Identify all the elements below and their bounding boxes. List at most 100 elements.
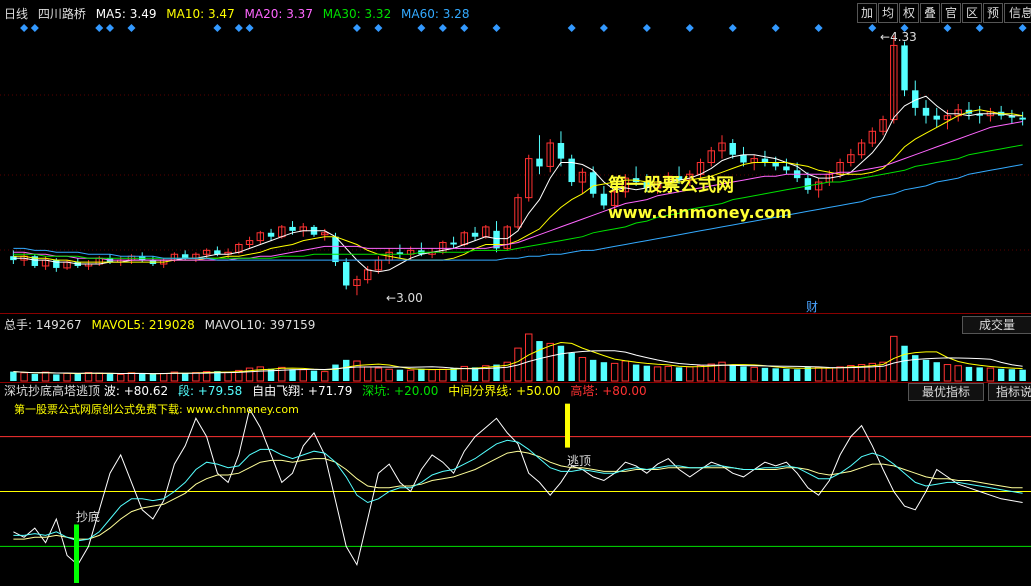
volume-bar: [933, 362, 940, 381]
volume-bar: [278, 366, 286, 382]
volume-bar: [557, 345, 565, 381]
high-price-label: ←4.33: [880, 30, 917, 44]
volume-bar: [224, 371, 232, 382]
chaodi-label: 抄底: [76, 510, 101, 524]
ma-line-ma5: [13, 95, 1023, 273]
volume-bar: [385, 368, 393, 382]
ma-line-ma20: [13, 121, 1023, 261]
volume-bar: [986, 367, 995, 382]
total-volume: 总手: 149267: [4, 318, 82, 332]
gaota-value: 高塔: +80.00: [570, 384, 647, 398]
watermark-url: www.chnmoney.com: [608, 203, 792, 222]
volume-bar: [53, 374, 60, 381]
volume-bar: [450, 368, 457, 381]
volume-bar: [954, 365, 962, 382]
indicator-line-bo: [13, 407, 1023, 567]
candle-body: [922, 107, 930, 116]
volume-bar: [289, 369, 296, 381]
volume-header: 总手: 149267 MAVOL5: 219028 MAVOL10: 39715…: [4, 316, 321, 334]
tab-indicator-help[interactable]: 指标说: [988, 383, 1031, 401]
signal-diamond-icon: [975, 24, 984, 32]
volume-bar: [63, 372, 71, 382]
signal-diamond-icon: [460, 24, 469, 32]
volume-bar: [181, 373, 189, 381]
candle-body: [536, 158, 543, 167]
volume-bar: [783, 368, 790, 381]
volume-bar: [406, 369, 415, 382]
volume-bar: [363, 366, 372, 382]
candle-body: [600, 193, 608, 206]
volume-bar: [568, 352, 575, 381]
volume-bar: [965, 366, 973, 381]
volume-bar: [675, 367, 683, 381]
volume-bar: [546, 342, 554, 382]
fenjie-value: 中间分界线: +50.00: [448, 384, 561, 398]
signal-diamond-icon: [728, 24, 737, 32]
candle-body: [267, 232, 275, 237]
signal-diamond-icon: [95, 24, 104, 32]
volume-bar: [772, 368, 779, 381]
volume-bar: [31, 373, 39, 381]
volume-bar: [653, 366, 662, 382]
signal-diamond-icon: [213, 24, 222, 32]
candle-body: [589, 172, 597, 194]
stock-chart[interactable]: [0, 0, 1031, 586]
duan-value: 段: +79.58: [177, 384, 243, 398]
mavol10-line: [13, 350, 1023, 375]
tab-volume[interactable]: 成交量: [962, 316, 1031, 334]
volume-bar: [610, 362, 619, 382]
volume-bar: [825, 367, 834, 382]
volume-bar: [632, 364, 640, 381]
volume-bar: [396, 369, 404, 381]
volume-bar: [138, 373, 146, 381]
volume-bar: [192, 372, 200, 382]
signal-diamond-icon: [245, 24, 254, 32]
chaodi-signal-bar: [74, 524, 79, 583]
volume-bar: [922, 359, 930, 381]
tab-best-indicator[interactable]: 最优指标: [908, 383, 984, 401]
volume-bar: [299, 369, 307, 382]
indicator-name[interactable]: 深坑抄底高塔逃顶: [4, 384, 100, 398]
bo-value: 波: +80.62: [103, 384, 169, 398]
low-price-value: 3.00: [396, 291, 423, 305]
candle-body: [289, 226, 296, 231]
candle-body: [772, 162, 779, 167]
signal-diamond-icon: [1018, 24, 1027, 32]
taoding-label: 逃顶: [567, 454, 592, 468]
volume-bar: [374, 367, 383, 382]
indicator-subtitle: 第一股票公式网原创公式免费下载: www.chnmoney.com: [14, 403, 299, 416]
candle-body: [181, 254, 189, 259]
signal-diamond-icon: [567, 24, 576, 32]
volume-bar: [321, 371, 329, 382]
candle-body: [729, 143, 736, 155]
volume-bar: [342, 359, 350, 381]
mavol10-value: MAVOL10: 397159: [204, 318, 316, 332]
volume-bar: [471, 367, 479, 381]
indicator-header: 深坑抄底高塔逃顶 波: +80.62 段: +79.58 自由飞翔: +71.7…: [4, 382, 653, 400]
volume-bar: [418, 368, 425, 381]
volume-bar: [127, 372, 136, 382]
signal-diamond-icon: [20, 24, 29, 32]
candle-body: [332, 236, 339, 263]
volume-bar: [814, 366, 823, 382]
volume-bar: [1019, 369, 1026, 381]
low-arrow-icon: ←: [386, 291, 397, 305]
signal-diamond-icon: [352, 24, 361, 32]
volume-bar: [600, 362, 608, 381]
volume-bar: [10, 371, 17, 381]
ma-line-ma10: [13, 109, 1023, 263]
signal-diamond-icon: [685, 24, 694, 32]
volume-bar: [761, 367, 769, 381]
volume-bar: [686, 366, 694, 382]
finance-marker[interactable]: 财: [806, 298, 818, 315]
candle-body: [450, 242, 457, 245]
candle-body: [214, 250, 221, 255]
volume-bar: [793, 369, 801, 381]
mavol5-value: MAVOL5: 219028: [91, 318, 195, 332]
volume-bar: [117, 373, 125, 382]
candle-body: [557, 143, 565, 159]
candle-body: [471, 232, 479, 237]
watermark-title: 第一股票公式网: [608, 175, 734, 196]
mavol5-line: [13, 341, 1023, 375]
volume-bar: [664, 365, 673, 382]
